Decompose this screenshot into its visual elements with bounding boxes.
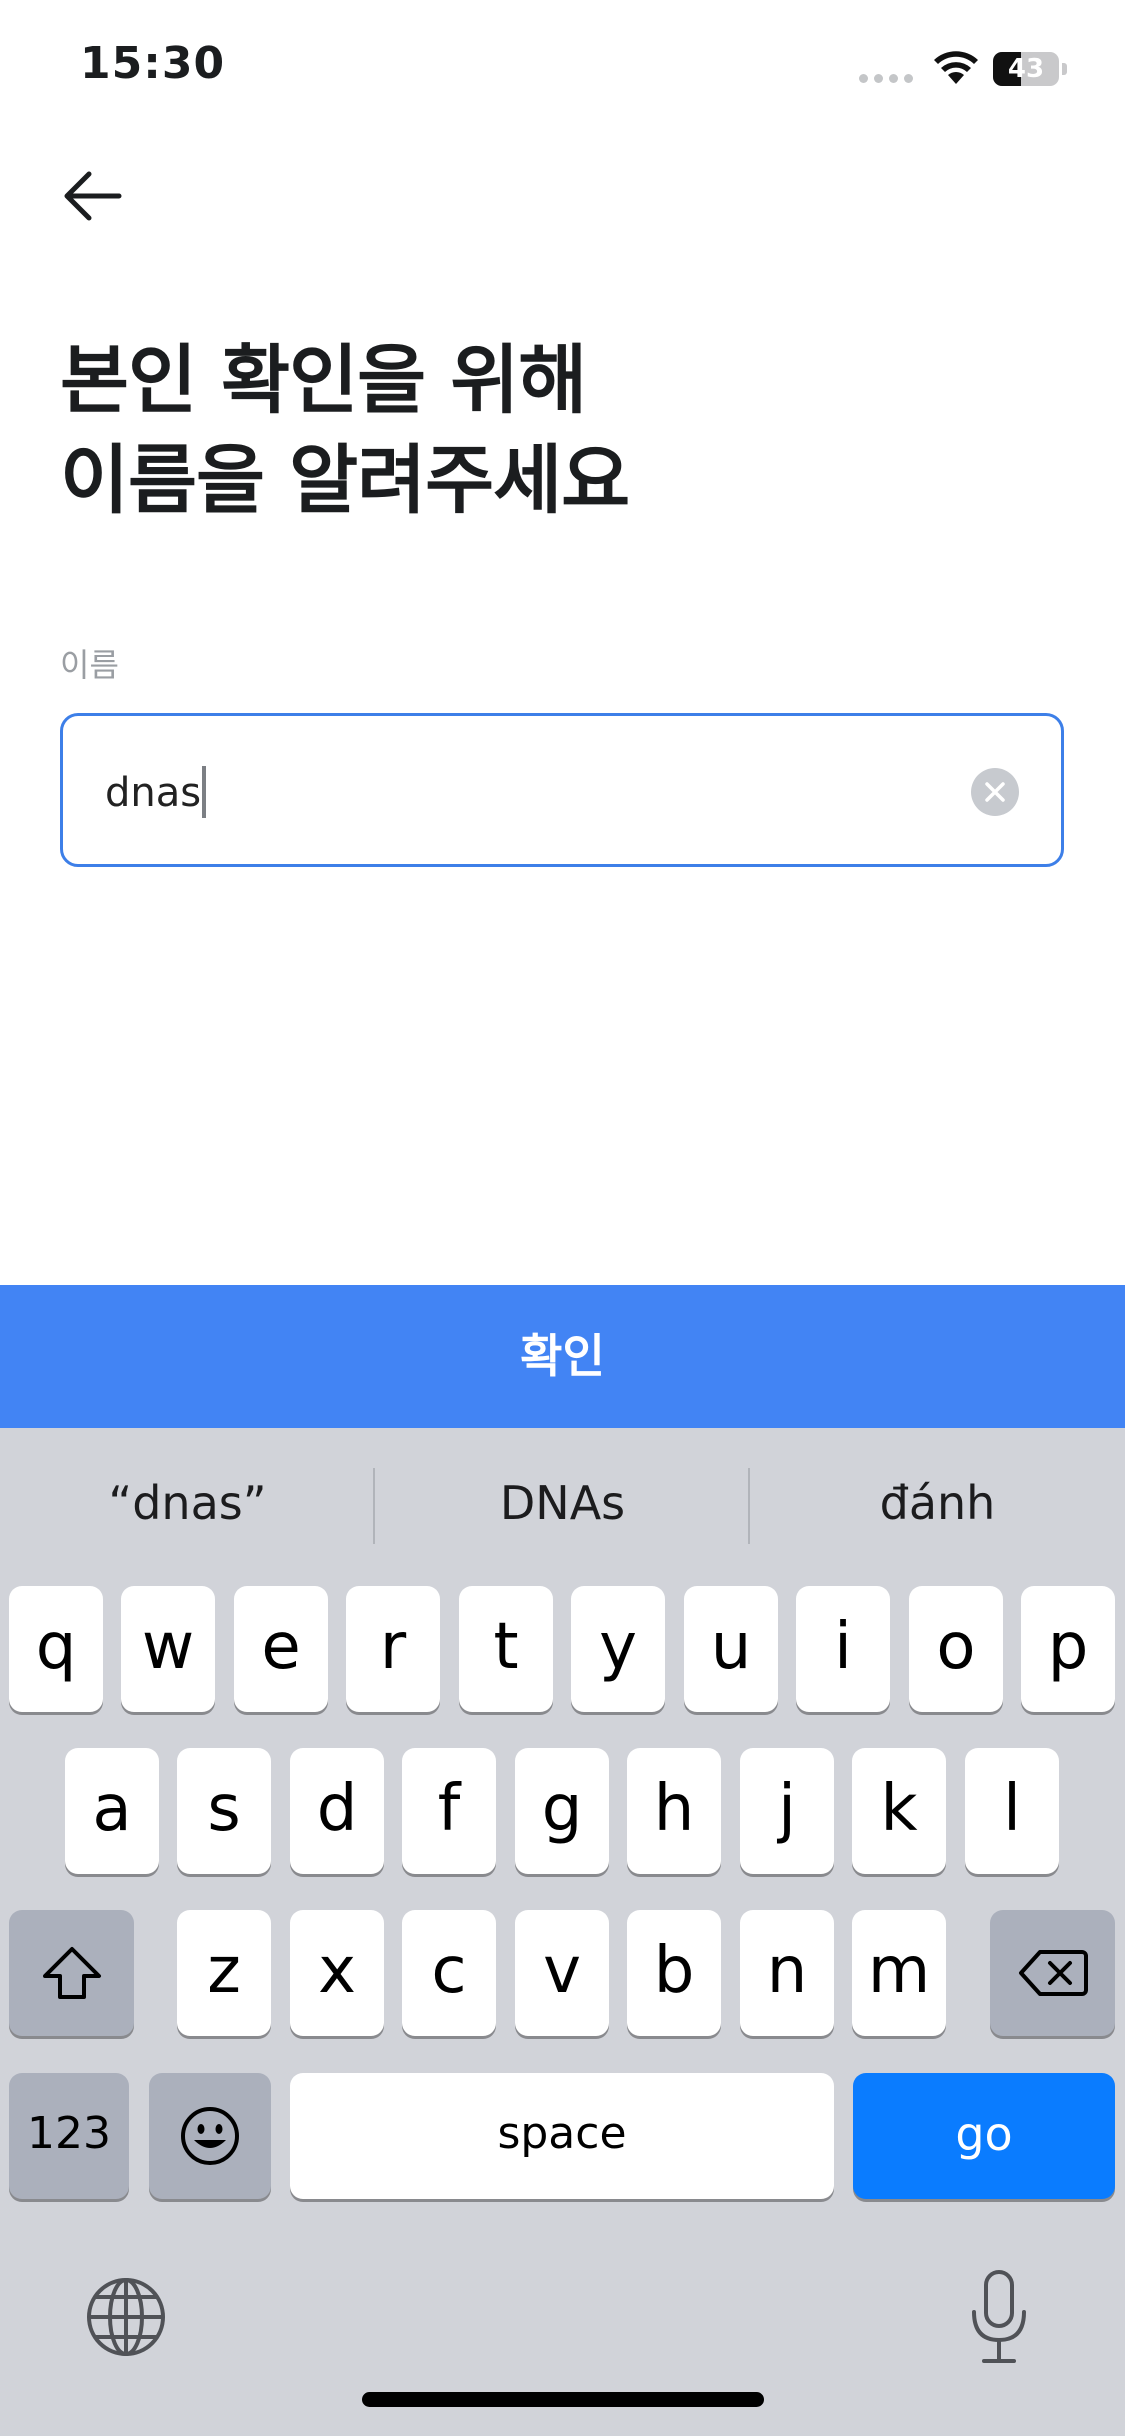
name-input[interactable]: dnas xyxy=(60,713,1064,867)
suggestion-3[interactable]: đánh xyxy=(750,1428,1125,1578)
key-y[interactable]: y xyxy=(571,1586,665,1712)
suggestion-2[interactable]: DNAs xyxy=(375,1428,750,1578)
key-j[interactable]: j xyxy=(740,1748,834,1874)
status-bar: 15:30 43 xyxy=(0,0,1125,140)
key-d[interactable]: d xyxy=(290,1748,384,1874)
numbers-key[interactable]: 123 xyxy=(9,2073,129,2199)
key-g[interactable]: g xyxy=(515,1748,609,1874)
page-title: 본인 확인을 위해 이름을 알려주세요 xyxy=(60,330,1060,530)
key-o[interactable]: o xyxy=(909,1586,1003,1712)
page-title-line-2: 이름을 알려주세요 xyxy=(60,436,630,524)
key-r[interactable]: r xyxy=(346,1586,440,1712)
key-p[interactable]: p xyxy=(1021,1586,1115,1712)
key-i[interactable]: i xyxy=(796,1586,890,1712)
key-z[interactable]: z xyxy=(177,1910,271,2036)
key-b[interactable]: b xyxy=(627,1910,721,2036)
backspace-icon xyxy=(1018,1950,1088,1996)
key-e[interactable]: e xyxy=(234,1586,328,1712)
arrow-left-icon xyxy=(64,171,122,221)
key-t[interactable]: t xyxy=(459,1586,553,1712)
status-indicators: 43 xyxy=(859,50,1079,90)
text-caret xyxy=(202,766,207,818)
name-field-label: 이름 xyxy=(60,646,119,684)
emoji-key[interactable] xyxy=(149,2073,271,2199)
key-x[interactable]: x xyxy=(290,1910,384,2036)
key-w[interactable]: w xyxy=(121,1586,215,1712)
battery-icon: 43 xyxy=(993,52,1069,86)
key-n[interactable]: n xyxy=(740,1910,834,2036)
key-v[interactable]: v xyxy=(515,1910,609,2036)
key-u[interactable]: u xyxy=(684,1586,778,1712)
shift-key[interactable] xyxy=(9,1910,134,2036)
suggestion-1[interactable]: “dnas” xyxy=(0,1428,375,1578)
space-key[interactable]: space xyxy=(290,2073,834,2199)
suggestion-bar: “dnas” DNAs đánh xyxy=(0,1428,1125,1578)
delete-key[interactable] xyxy=(990,1910,1115,2036)
name-input-value: dnas xyxy=(105,766,207,818)
clear-x-icon xyxy=(985,782,1005,802)
globe-icon[interactable] xyxy=(84,2275,168,2359)
key-c[interactable]: c xyxy=(402,1910,496,2036)
battery-level: 43 xyxy=(1007,54,1045,84)
keyboard: “dnas” DNAs đánh q w e r t y u i o p a s… xyxy=(0,1428,1125,2436)
key-h[interactable]: h xyxy=(627,1748,721,1874)
key-s[interactable]: s xyxy=(177,1748,271,1874)
key-k[interactable]: k xyxy=(852,1748,946,1874)
key-f[interactable]: f xyxy=(402,1748,496,1874)
page-title-line-1: 본인 확인을 위해 xyxy=(60,336,587,424)
key-q[interactable]: q xyxy=(9,1586,103,1712)
back-button[interactable] xyxy=(55,160,135,232)
confirm-button[interactable]: 확인 xyxy=(0,1285,1125,1428)
microphone-icon[interactable] xyxy=(964,2268,1034,2368)
status-time: 15:30 xyxy=(80,38,226,89)
go-key[interactable]: go xyxy=(853,2073,1115,2199)
home-indicator xyxy=(362,2392,764,2407)
shift-icon xyxy=(42,1947,101,1999)
wifi-icon xyxy=(934,51,978,84)
cellular-signal-icon xyxy=(859,74,915,84)
key-l[interactable]: l xyxy=(965,1748,1059,1874)
clear-input-button[interactable] xyxy=(971,768,1019,816)
key-a[interactable]: a xyxy=(65,1748,159,1874)
emoji-icon xyxy=(181,2107,239,2165)
key-m[interactable]: m xyxy=(852,1910,946,2036)
